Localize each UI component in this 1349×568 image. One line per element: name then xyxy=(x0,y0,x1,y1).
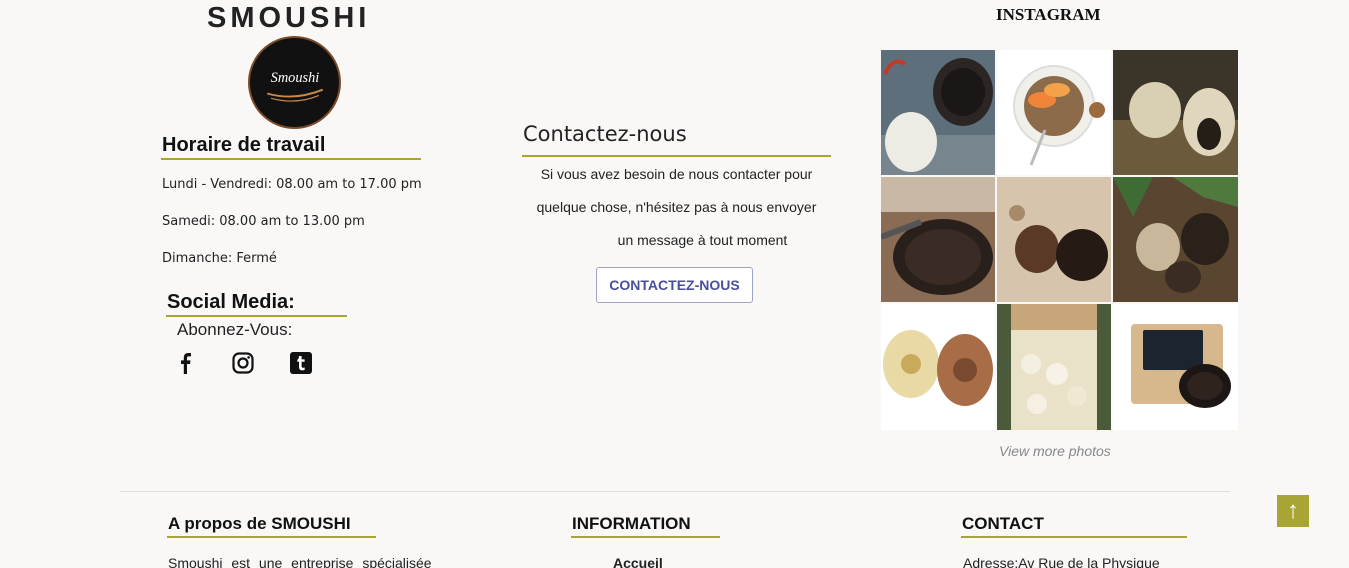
instagram-photo-3[interactable] xyxy=(1113,50,1238,175)
contact-heading: Contactez-nous xyxy=(523,122,687,146)
instagram-photo-9[interactable] xyxy=(1113,304,1238,430)
instagram-photo-7[interactable] xyxy=(881,304,995,430)
contact-text-line-3: un message à tout moment xyxy=(617,232,788,248)
instagram-photo-1[interactable] xyxy=(881,50,995,175)
footer-contact-underline xyxy=(961,536,1187,538)
tumblr-icon[interactable] xyxy=(288,350,314,376)
facebook-icon[interactable] xyxy=(172,350,198,376)
subscribe-label: Abonnez-Vous: xyxy=(177,320,293,339)
hours-saturday: Samedi: 08.00 am to 13.00 pm xyxy=(162,214,365,229)
instagram-photo-5[interactable] xyxy=(997,177,1111,302)
footer-about-text: Smoushi est une entreprise spécialisée xyxy=(168,555,432,568)
hours-weekday: Lundi - Vendredi: 08.00 am to 17.00 pm xyxy=(162,177,422,192)
social-heading: Social Media: xyxy=(167,291,295,313)
hours-sunday: Dimanche: Fermé xyxy=(162,251,277,266)
contact-text-line-2: quelque chose, n'hésitez pas à nous envo… xyxy=(536,199,817,215)
view-more-photos-link[interactable]: View more photos xyxy=(999,443,1111,459)
instagram-photo-8[interactable] xyxy=(997,304,1111,430)
instagram-photo-4[interactable] xyxy=(881,177,995,302)
contact-underline xyxy=(522,155,831,157)
instagram-photo-2[interactable] xyxy=(997,50,1111,175)
svg-text:Smoushi: Smoushi xyxy=(271,70,320,86)
hours-underline xyxy=(161,158,421,160)
instagram-photo-6[interactable] xyxy=(1113,177,1238,302)
contact-button[interactable]: CONTACTEZ-NOUS xyxy=(596,267,753,303)
footer-info-underline xyxy=(571,536,720,538)
footer-about-heading: A propos de SMOUSHI xyxy=(168,514,351,533)
instagram-grid xyxy=(881,50,1238,430)
social-underline xyxy=(166,315,347,317)
contact-text-line-1: Si vous avez besoin de nous contacter po… xyxy=(540,166,813,182)
footer-info-heading: INFORMATION xyxy=(572,514,691,533)
instagram-heading: INSTAGRAM xyxy=(996,5,1101,24)
hours-heading: Horaire de travail xyxy=(162,134,326,156)
footer-divider xyxy=(120,491,1230,492)
footer-contact-heading: CONTACT xyxy=(962,514,1044,533)
footer-contact-address: Adresse:Av Rue de la Physique xyxy=(963,555,1160,568)
instagram-icon[interactable] xyxy=(230,350,256,376)
footer-about-underline xyxy=(167,536,376,538)
scroll-to-top-button[interactable]: ↑ xyxy=(1277,495,1309,527)
brand-title: SMOUSHI xyxy=(207,2,371,34)
footer-info-link-accueil[interactable]: Accueil xyxy=(613,555,663,568)
smoushi-logo[interactable]: Smoushi xyxy=(248,36,341,129)
